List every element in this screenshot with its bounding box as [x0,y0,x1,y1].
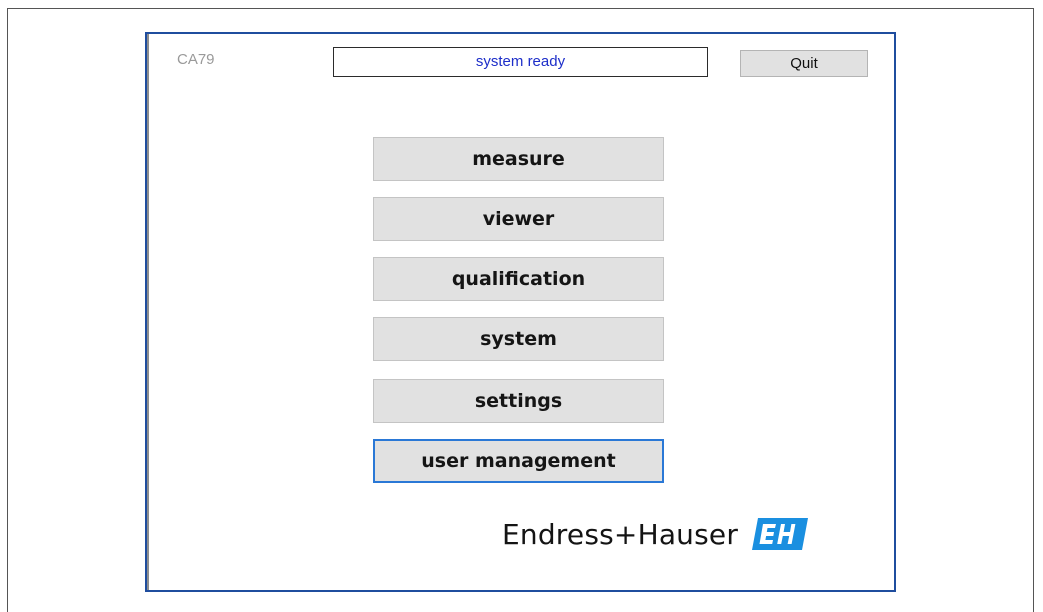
status-field: system ready [333,47,708,77]
window-edge-shadow [147,34,149,590]
measure-button[interactable]: measure [373,137,664,181]
viewer-button[interactable]: viewer [373,197,664,241]
app-title: CA79 [177,51,215,68]
endress-hauser-logo-icon [752,518,809,550]
app-window: CA79 system ready Quit measure viewer qu… [145,32,896,592]
settings-button[interactable]: settings [373,379,664,423]
qualification-button[interactable]: qualification [373,257,664,301]
brand-name: Endress+Hauser [502,517,739,551]
brand-logo-area: Endress+Hauser [502,512,809,556]
quit-button[interactable]: Quit [740,50,868,77]
user-management-button[interactable]: user management [373,439,664,483]
system-button[interactable]: system [373,317,664,361]
